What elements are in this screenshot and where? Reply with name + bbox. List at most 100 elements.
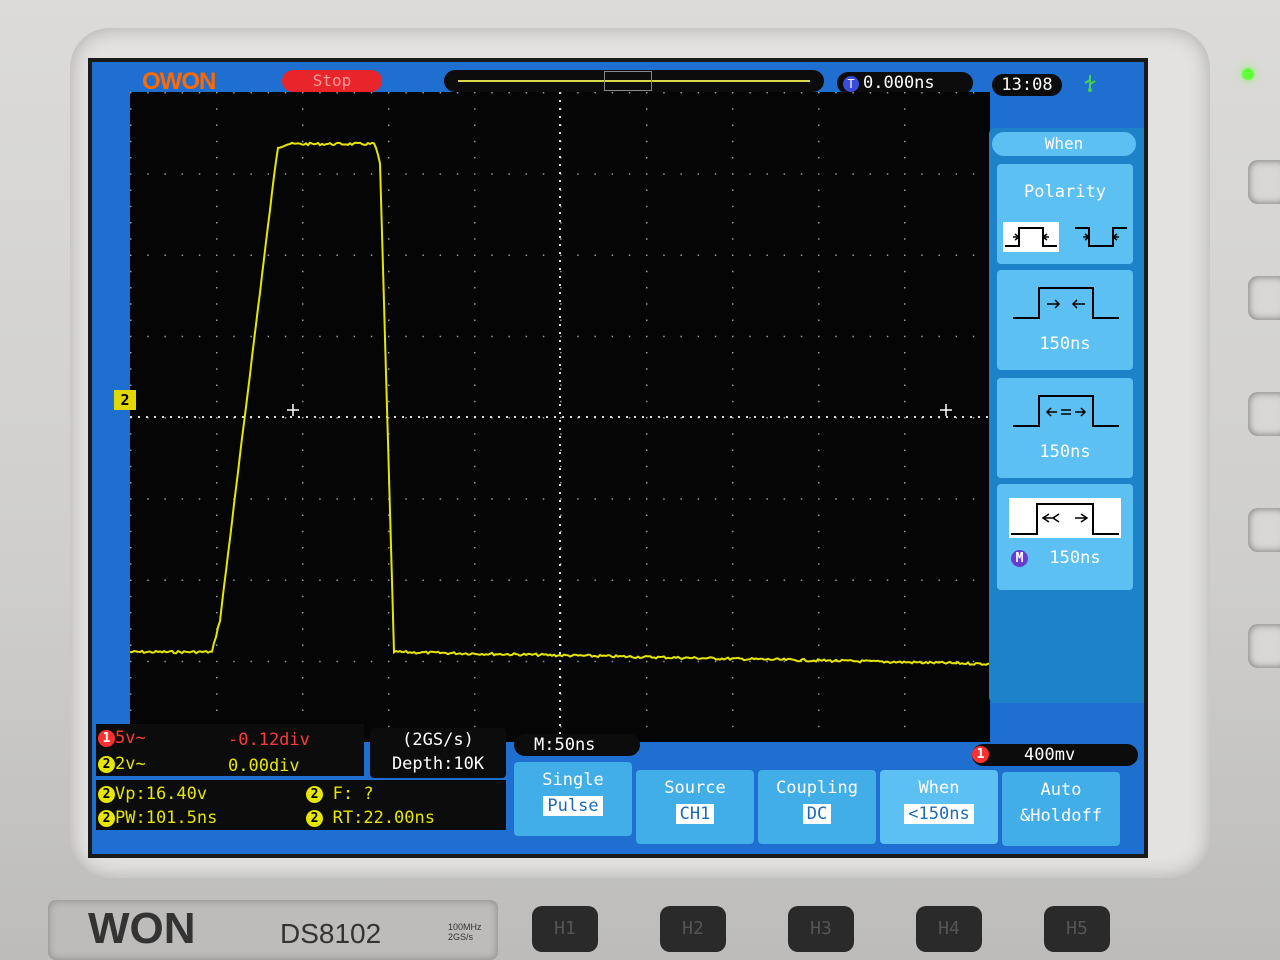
grid-dot xyxy=(904,319,906,321)
equal-item[interactable]: 150ns xyxy=(997,378,1133,478)
grid-dot xyxy=(250,660,252,663)
grid-dot xyxy=(818,693,820,695)
bottom-panel: 1 5v~ -0.12div 2 2v~ 0.00div (2GS/s) Depth… xyxy=(92,722,1144,854)
grid-dot xyxy=(646,205,648,208)
grid-dot xyxy=(147,579,149,581)
h3-button[interactable]: H3 xyxy=(788,906,854,952)
grid-dot xyxy=(388,677,390,679)
grid-dot xyxy=(422,417,424,419)
grid-dot xyxy=(336,579,338,581)
grid-dot xyxy=(560,335,562,338)
h5-button[interactable]: H5 xyxy=(1044,906,1110,952)
trigger-time-readout: T 0.000ns xyxy=(837,72,973,94)
grid-dot xyxy=(267,660,270,663)
grid-dot xyxy=(267,498,270,500)
grid-dot xyxy=(714,92,717,94)
grid-dot xyxy=(972,498,975,500)
grid-dot xyxy=(869,417,872,419)
polarity-item[interactable]: Polarity xyxy=(997,164,1133,264)
grid-dot xyxy=(783,660,786,663)
grid-dot xyxy=(904,189,906,191)
grid-dot xyxy=(886,498,889,500)
grid-dot xyxy=(216,189,218,191)
grid-dot xyxy=(577,92,579,94)
brand-plate: WON DS8102 100MHz 2GS/s xyxy=(48,900,498,960)
grid-dot xyxy=(560,238,562,240)
h1-button[interactable]: H1 xyxy=(532,906,598,952)
grid-dot xyxy=(921,92,923,94)
grid-dot xyxy=(611,660,614,663)
trigger-channel-badge: 1 xyxy=(972,746,989,763)
grid-dot xyxy=(646,417,648,419)
grid-dot xyxy=(904,205,906,208)
negative-polarity-icon[interactable] xyxy=(1073,222,1129,252)
grid-dot xyxy=(474,579,476,581)
grid-dot xyxy=(904,498,906,500)
grid-dot xyxy=(904,270,906,273)
softkey-when[interactable]: When <150ns xyxy=(880,770,998,844)
grid-dot xyxy=(732,205,734,208)
positive-polarity-icon[interactable] xyxy=(1003,222,1059,252)
grid-dot xyxy=(835,173,837,175)
grid-dot xyxy=(646,644,648,646)
grid-dot xyxy=(646,498,648,500)
grid-dot xyxy=(319,579,321,581)
grid-dot xyxy=(181,254,184,256)
grid-dot xyxy=(818,677,820,679)
grid-dot xyxy=(921,173,923,175)
grid-dot xyxy=(646,660,648,663)
grid-dot xyxy=(216,465,218,468)
grid-dot xyxy=(577,579,579,581)
grid-dot xyxy=(474,124,476,126)
grid-dot xyxy=(525,417,528,419)
side-button-1[interactable] xyxy=(1248,160,1280,204)
grid-dot xyxy=(130,498,132,500)
grid-dot xyxy=(474,189,476,191)
grid-dot xyxy=(646,628,648,630)
grid-dot xyxy=(147,92,149,94)
grid-dot xyxy=(852,579,854,581)
grid-dot xyxy=(216,530,218,533)
side-button-4[interactable] xyxy=(1248,508,1280,552)
grid-dot xyxy=(491,173,493,175)
grid-dot xyxy=(714,498,717,500)
grid-dot xyxy=(474,660,476,663)
softkey-auto-holdoff[interactable]: Auto &Holdoff xyxy=(1002,772,1120,846)
grid-dot xyxy=(852,417,854,419)
grid-dot xyxy=(921,335,923,338)
grid-dot xyxy=(525,498,528,500)
grid-dot xyxy=(697,498,700,500)
grid-dot xyxy=(732,482,734,484)
grid-dot xyxy=(198,498,201,500)
grid-dot xyxy=(508,254,510,256)
grid-dot xyxy=(474,644,476,646)
grid-dot xyxy=(818,595,820,598)
grid-dot xyxy=(302,173,304,175)
side-button-5[interactable] xyxy=(1248,624,1280,668)
grid-dot xyxy=(130,319,132,321)
grid-dot xyxy=(216,238,218,240)
grid-dot xyxy=(474,157,476,159)
grid-dot xyxy=(164,417,166,419)
grid-dot xyxy=(388,319,390,321)
grid-dot xyxy=(233,173,235,175)
h4-button[interactable]: H4 xyxy=(916,906,982,952)
softkey-coupling[interactable]: Coupling DC xyxy=(758,770,876,844)
grid-dot xyxy=(852,254,854,256)
grid-dot xyxy=(886,92,889,94)
side-button-3[interactable] xyxy=(1248,392,1280,436)
softkey-source[interactable]: Source CH1 xyxy=(636,770,754,844)
grid-dot xyxy=(749,173,751,175)
grid-dot xyxy=(886,335,889,338)
less-than-item-selected[interactable]: M 150ns xyxy=(997,484,1133,590)
measure-vp: Vp:16.40v xyxy=(115,784,208,804)
side-button-2[interactable] xyxy=(1248,276,1280,320)
grid-dot xyxy=(904,368,906,370)
grid-dot xyxy=(542,335,545,338)
h2-button[interactable]: H2 xyxy=(660,906,726,952)
grid-dot xyxy=(474,547,476,549)
softkey-single-pulse[interactable]: Single Pulse xyxy=(514,762,632,836)
greater-than-item[interactable]: 150ns xyxy=(997,270,1133,370)
grid-dot xyxy=(130,335,132,338)
grid-dot xyxy=(302,433,304,435)
